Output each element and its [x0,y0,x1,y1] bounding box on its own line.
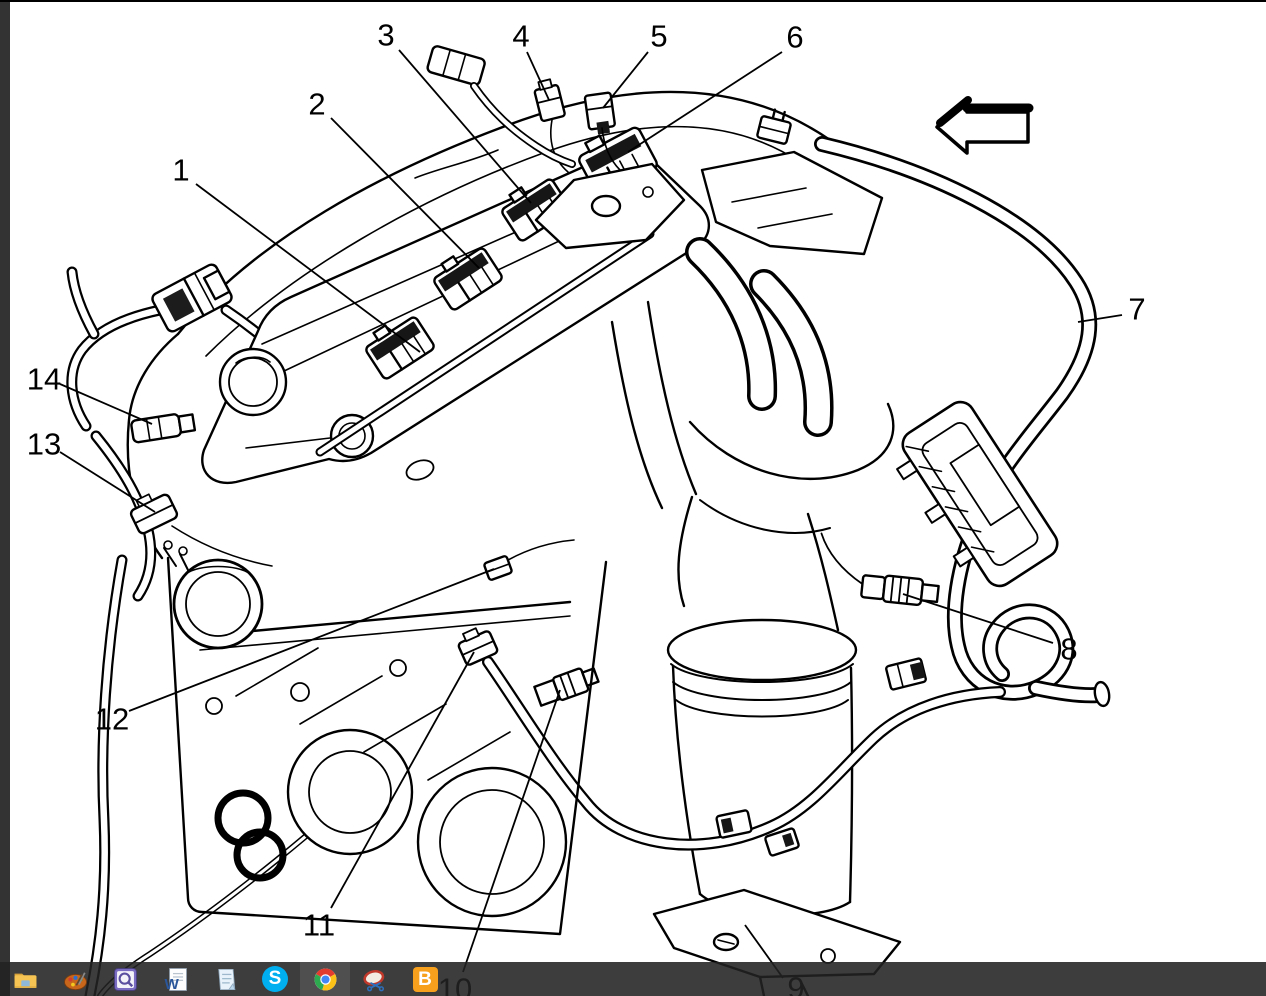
notepad-icon [217,968,235,990]
skype-icon: S [262,966,288,992]
svg-text:W: W [164,975,179,992]
callout-label-14: 14 [27,362,61,397]
callout-label-7: 7 [1128,292,1145,327]
taskbar-item-snipping-tool[interactable] [350,962,400,996]
callout-label-2: 2 [308,87,325,122]
taskbar-item-chrome[interactable] [300,962,350,996]
paint-palette-icon [63,971,87,990]
callout-label-1: 1 [172,153,189,188]
word-icon: W [164,967,187,992]
windows-explorer-icon [14,973,36,988]
oxygen-sensor [820,532,940,607]
cylinder-sensor [130,413,197,444]
top-border [0,0,1266,2]
callout-label-11: 11 [303,908,335,943]
callout-label-5: 5 [650,19,667,54]
taskbar-item-skype[interactable]: S [250,962,300,996]
callout-label-8: 8 [1060,632,1077,667]
catalytic-converter [666,618,858,682]
direction-arrow [935,96,1034,155]
taskbar-item-notepad[interactable] [200,962,250,996]
callout-label-12: 12 [95,702,129,737]
taskbar-item-paint-palette[interactable] [50,962,100,996]
chrome-icon [314,968,336,990]
hanging-connector [426,45,486,86]
left-edge-strip [0,0,10,996]
callout-label-4: 4 [512,19,529,54]
bitcoin-icon: B [412,966,438,992]
callout-label-3: 3 [377,18,394,53]
purple-viewer-icon [113,967,137,991]
harness-connector [151,263,233,333]
taskbar-item-bitcoin[interactable]: B [400,962,450,996]
snipping-tool-icon [362,969,384,991]
taskbar-item-windows-explorer[interactable] [0,962,50,996]
callout-label-6: 6 [786,20,803,55]
callout-label-13: 13 [27,427,61,462]
callout-leader-13 [59,451,156,513]
engine-illustration: 1234567891011121314 [27,18,1146,996]
taskbar: W S B [0,962,1266,996]
taskbar-item-word[interactable]: W [150,962,200,996]
callout-leader-5 [602,51,649,109]
taskbar-item-picture-viewer[interactable] [100,962,150,996]
